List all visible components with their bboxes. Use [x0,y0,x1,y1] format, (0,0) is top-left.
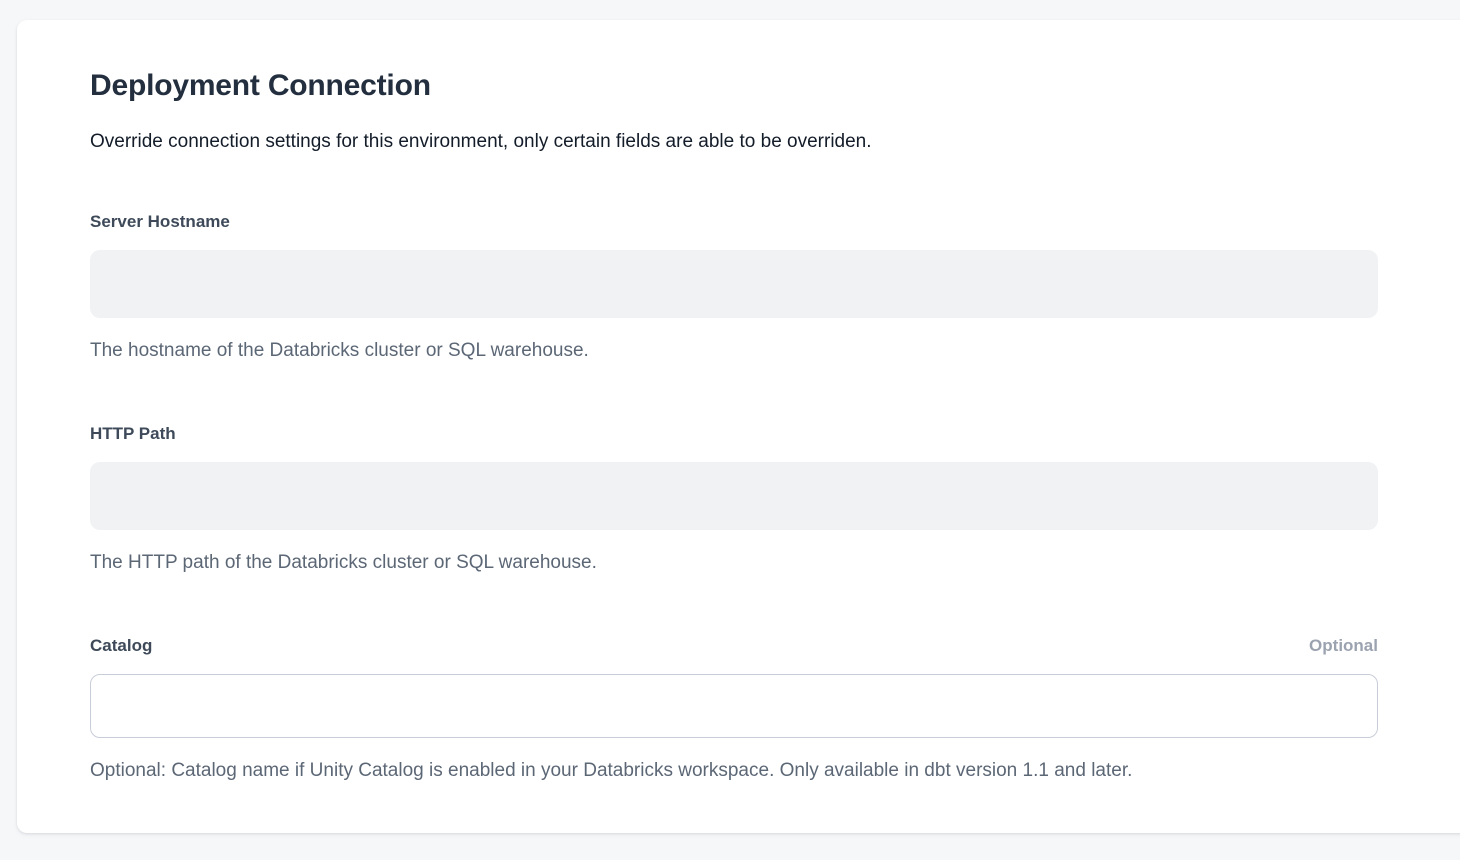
server-hostname-input [90,250,1378,318]
catalog-input[interactable] [90,674,1378,738]
http-path-input [90,462,1378,530]
settings-card: Deployment Connection Override connectio… [17,20,1460,833]
page-title: Deployment Connection [90,68,1378,104]
field-server-hostname: Server Hostname The hostname of the Data… [90,211,1378,363]
field-catalog: Catalog Optional Optional: Catalog name … [90,635,1378,783]
field-http-path: HTTP Path The HTTP path of the Databrick… [90,423,1378,575]
catalog-help: Optional: Catalog name if Unity Catalog … [90,758,1378,783]
http-path-label: HTTP Path [90,423,176,444]
field-head: HTTP Path [90,423,1378,444]
field-head: Server Hostname [90,211,1378,232]
card-content: Deployment Connection Override connectio… [17,20,1378,783]
optional-badge: Optional [1309,635,1378,656]
catalog-label: Catalog [90,635,152,656]
http-path-help: The HTTP path of the Databricks cluster … [90,550,1378,575]
server-hostname-label: Server Hostname [90,211,230,232]
server-hostname-help: The hostname of the Databricks cluster o… [90,338,1378,363]
page-subtitle: Override connection settings for this en… [90,130,1378,154]
field-head: Catalog Optional [90,635,1378,656]
